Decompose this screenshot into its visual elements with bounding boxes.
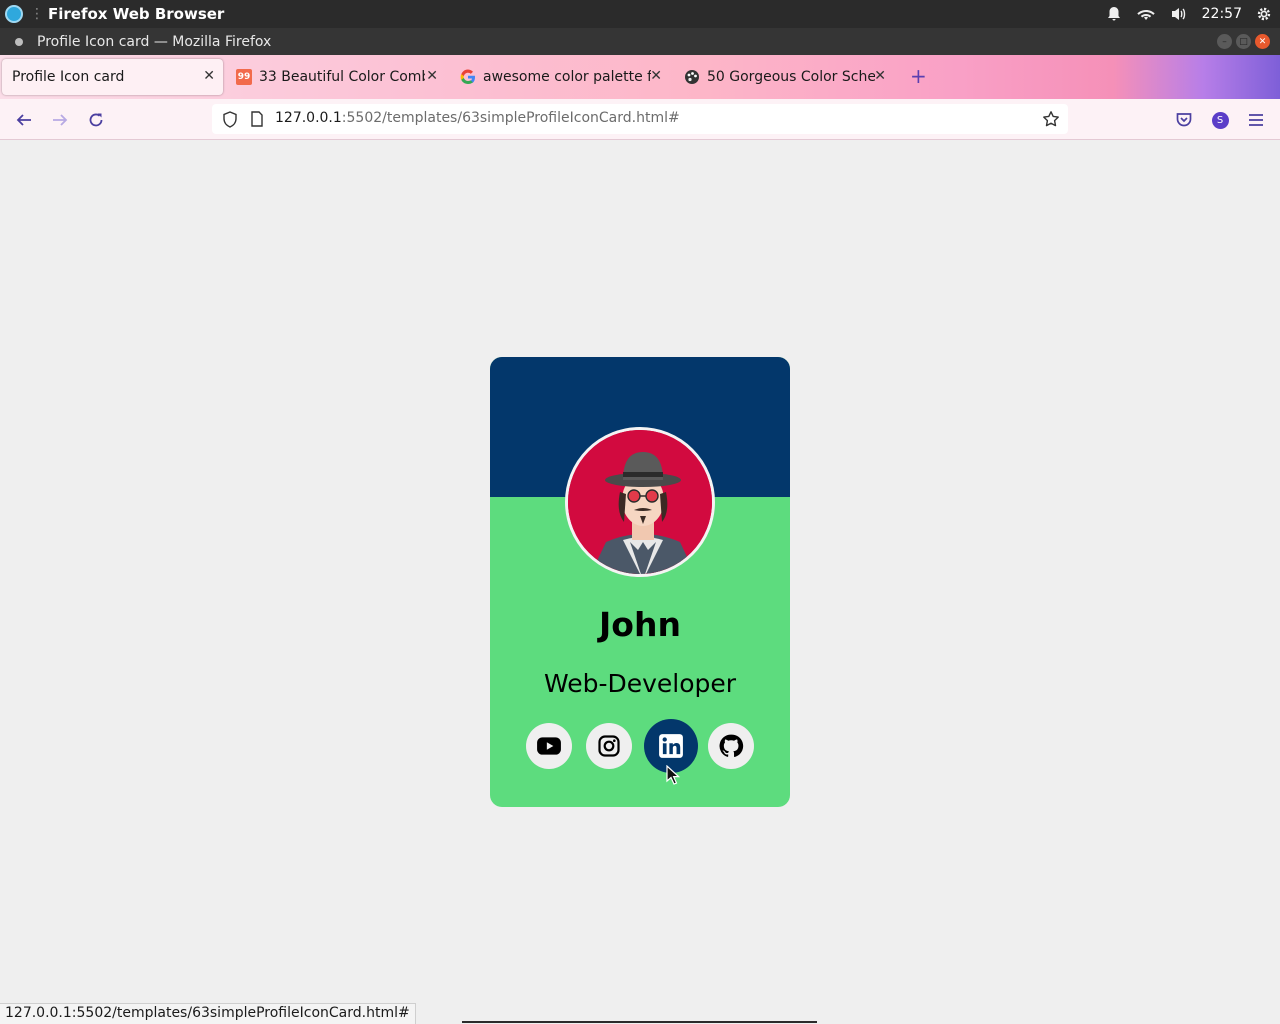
page-info-icon[interactable]: [250, 111, 264, 131]
tab-color-schemes[interactable]: 50 Gorgeous Color Schem ✕: [674, 59, 894, 95]
reload-button[interactable]: [85, 109, 107, 131]
url-text[interactable]: 127.0.0.1:5502/templates/63simpleProfile…: [275, 110, 680, 126]
link-status-bar: 127.0.0.1:5502/templates/63simpleProfile…: [0, 1003, 416, 1024]
window-title-bar: Profile Icon card — Mozilla Firefox – □ …: [0, 28, 1280, 55]
settings-gear-icon[interactable]: [1256, 6, 1272, 22]
profile-avatar: [565, 427, 715, 577]
minimize-button[interactable]: –: [1217, 34, 1232, 49]
forward-button[interactable]: [49, 109, 71, 131]
close-window-button[interactable]: ✕: [1255, 34, 1270, 49]
github-icon: [719, 734, 744, 757]
palette-icon: [684, 69, 700, 85]
youtube-link[interactable]: [526, 723, 572, 769]
close-tab-icon[interactable]: ✕: [874, 68, 886, 84]
avatar-illustration: [568, 430, 712, 574]
99designs-icon: 99: [236, 69, 252, 85]
tab-color-combinations[interactable]: 99 33 Beautiful Color Combi ✕: [226, 59, 446, 95]
pocket-icon[interactable]: [1173, 109, 1195, 131]
new-tab-button[interactable]: +: [910, 64, 927, 88]
profile-card: John Web-Developer: [490, 357, 790, 807]
social-links: [490, 719, 790, 773]
hamburger-menu-icon[interactable]: [1245, 109, 1267, 131]
url-host: 127.0.0.1: [275, 110, 342, 126]
tab-strip: Profile Icon card ✕ 99 33 Beautiful Colo…: [0, 55, 1280, 99]
close-tab-icon[interactable]: ✕: [650, 68, 662, 84]
system-top-panel: ⋮ Firefox Web Browser 22:57: [0, 0, 1280, 28]
system-tray: 22:57: [1106, 0, 1280, 28]
profile-name: John: [599, 605, 681, 644]
wifi-icon[interactable]: [1136, 6, 1156, 22]
tab-label: Profile Icon card: [12, 69, 125, 85]
close-tab-icon[interactable]: ✕: [203, 68, 215, 84]
github-link[interactable]: [708, 723, 754, 769]
app-menu-label[interactable]: Firefox Web Browser: [48, 5, 224, 23]
mouse-cursor-icon: [666, 765, 680, 785]
notification-bell-icon[interactable]: [1106, 6, 1122, 22]
url-path: :5502/templates/63simpleProfileIconCard.…: [341, 110, 680, 126]
bookmark-star-icon[interactable]: [1042, 110, 1060, 132]
clock[interactable]: 22:57: [1202, 6, 1242, 22]
tab-label: awesome color palette fo: [483, 69, 651, 85]
instagram-link[interactable]: [586, 723, 632, 769]
profile-role: Web-Developer: [543, 669, 737, 698]
volume-icon[interactable]: [1170, 6, 1188, 22]
navigation-toolbar: 127.0.0.1:5502/templates/63simpleProfile…: [0, 99, 1280, 140]
tab-label: 50 Gorgeous Color Schem: [707, 69, 875, 85]
maximize-button[interactable]: □: [1236, 34, 1251, 49]
tracking-protection-shield-icon[interactable]: [222, 111, 238, 132]
close-tab-icon[interactable]: ✕: [426, 68, 438, 84]
activities-icon[interactable]: [0, 0, 28, 28]
window-title: Profile Icon card — Mozilla Firefox: [37, 33, 272, 50]
window-controls: – □ ✕: [1217, 34, 1270, 49]
window-indicator-dot: [15, 37, 23, 46]
tab-profile-icon-card[interactable]: Profile Icon card ✕: [2, 59, 223, 95]
tab-google-search[interactable]: awesome color palette fo ✕: [450, 59, 670, 95]
linkedin-icon: [659, 734, 683, 758]
instagram-icon: [598, 735, 620, 757]
account-avatar-icon[interactable]: S: [1209, 109, 1231, 131]
app-menu-dots: ⋮: [30, 6, 44, 22]
tab-label: 33 Beautiful Color Combi: [259, 69, 425, 85]
bottom-edge-line: [462, 1021, 817, 1023]
google-icon: [460, 69, 476, 85]
account-initial: S: [1211, 111, 1229, 129]
youtube-icon: [537, 737, 561, 755]
page-viewport: John Web-Developer: [0, 140, 1280, 1024]
back-button[interactable]: [13, 109, 35, 131]
url-bar[interactable]: 127.0.0.1:5502/templates/63simpleProfile…: [212, 104, 1068, 134]
